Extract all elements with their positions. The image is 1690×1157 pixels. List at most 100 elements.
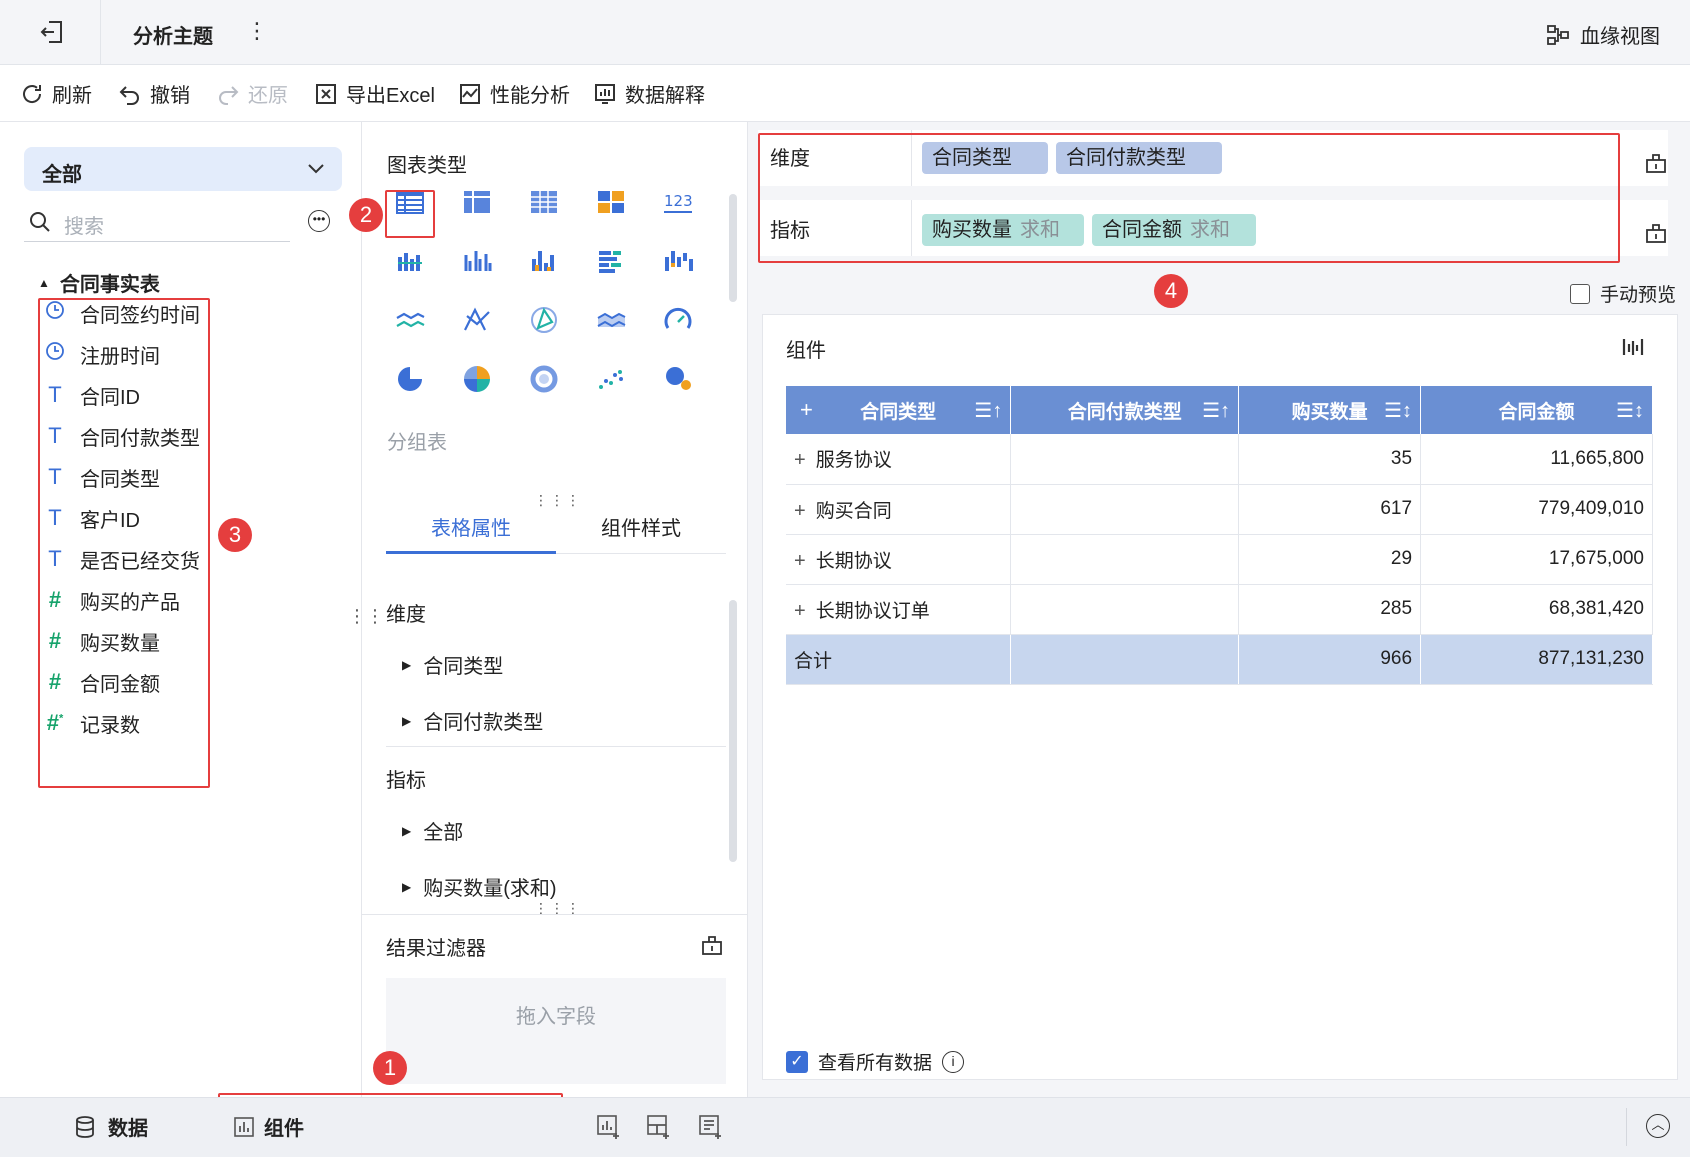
- scatter-chart-icon[interactable]: [591, 359, 631, 399]
- contract-type-cell[interactable]: + 长期协议订单: [786, 584, 1012, 635]
- table-row[interactable]: + 长期协议 29 17,675,000: [786, 534, 1653, 585]
- metric-chip-amount[interactable]: 合同金额 求和: [1092, 214, 1256, 246]
- kpi-card-icon[interactable]: [591, 182, 631, 222]
- tab-table-properties[interactable]: 表格属性: [386, 506, 556, 554]
- scatter-bar-icon[interactable]: [390, 241, 430, 281]
- tab-component-style[interactable]: 组件样式: [556, 506, 726, 554]
- manual-preview-toggle[interactable]: 手动预览: [1570, 280, 1676, 307]
- undo-button[interactable]: 撤销: [118, 79, 190, 108]
- area-chart-icon[interactable]: [591, 300, 631, 340]
- contract-type-cell[interactable]: + 长期协议: [786, 534, 1012, 585]
- field-item[interactable]: #* 记录数: [44, 708, 140, 738]
- field-item[interactable]: T 合同付款类型: [44, 421, 200, 451]
- filter-settings-icon[interactable]: [701, 934, 723, 956]
- field-item[interactable]: # 购买数量: [44, 626, 160, 656]
- more-circle-icon[interactable]: •••: [308, 210, 330, 232]
- radar-line-icon[interactable]: [457, 300, 497, 340]
- header-payment-type[interactable]: 合同付款类型 ☰↑: [1010, 386, 1240, 434]
- header-contract-type[interactable]: + 合同类型 ☰↑: [786, 386, 1012, 434]
- properties-scrollbar[interactable]: [729, 600, 737, 862]
- dimension-item-2[interactable]: ▶ 合同付款类型: [402, 706, 543, 735]
- dimension-chip-contract-type[interactable]: 合同类型: [922, 142, 1048, 174]
- component-tab[interactable]: 组件: [234, 1112, 304, 1141]
- scope-select[interactable]: 全部: [24, 147, 342, 191]
- gauge-icon[interactable]: [658, 300, 698, 340]
- lineage-view-button[interactable]: 血缘视图: [1546, 20, 1660, 49]
- expand-icon[interactable]: +: [794, 550, 806, 572]
- table-row[interactable]: + 服务协议 35 11,665,800: [786, 434, 1653, 485]
- bubble-chart-icon[interactable]: [658, 359, 698, 399]
- exit-icon[interactable]: [38, 18, 66, 46]
- table-row[interactable]: + 购买合同 617 779,409,010: [786, 484, 1653, 535]
- search-box[interactable]: 搜索: [24, 202, 290, 242]
- radar-icon[interactable]: [524, 300, 564, 340]
- metric-item-2[interactable]: ▶ 购买数量(求和): [402, 872, 557, 901]
- pie-chart-icon[interactable]: [390, 359, 430, 399]
- add-layout-icon[interactable]: [646, 1114, 672, 1140]
- more-options-icon[interactable]: ⋮: [246, 18, 268, 44]
- dimension-settings-icon[interactable]: [1645, 152, 1667, 174]
- info-icon[interactable]: i: [942, 1050, 965, 1073]
- quantity-cell: 29: [1238, 534, 1422, 585]
- view-all-data-checkbox[interactable]: ✓: [786, 1050, 808, 1073]
- collapse-up-icon[interactable]: ︿: [1646, 1114, 1670, 1138]
- field-item[interactable]: T 客户ID: [44, 503, 140, 533]
- chart-scrollbar[interactable]: [729, 194, 737, 302]
- add-chart-icon[interactable]: [596, 1114, 622, 1140]
- rose-chart-icon[interactable]: [457, 359, 497, 399]
- search-input[interactable]: 搜索: [64, 210, 104, 239]
- expand-icon[interactable]: +: [794, 600, 806, 622]
- grouped-table-icon[interactable]: [390, 182, 430, 222]
- sort-icon[interactable]: ☰↕: [1384, 398, 1412, 423]
- metric-chip-quantity[interactable]: 购买数量 求和: [922, 214, 1084, 246]
- export-excel-button[interactable]: 导出Excel: [314, 79, 435, 108]
- column-chart-icon[interactable]: [1622, 336, 1644, 358]
- refresh-button[interactable]: 刷新: [20, 79, 92, 108]
- view-all-data-toggle[interactable]: ✓ 查看所有数据 i: [786, 1048, 965, 1075]
- header-label: 合同类型: [860, 401, 937, 423]
- data-explain-button[interactable]: 数据解释: [593, 79, 705, 108]
- section-drag-icon[interactable]: ⋮⋮: [348, 606, 384, 627]
- line-chart-icon[interactable]: [390, 300, 430, 340]
- expand-icon[interactable]: +: [794, 449, 806, 471]
- field-item[interactable]: T 合同类型: [44, 462, 160, 492]
- field-item[interactable]: # 合同金额: [44, 667, 160, 697]
- detail-table-icon[interactable]: [524, 182, 564, 222]
- field-item[interactable]: # 购买的产品: [44, 585, 180, 615]
- table-row[interactable]: + 长期协议订单 285 68,381,420: [786, 584, 1653, 635]
- redo-button[interactable]: 还原: [216, 79, 288, 108]
- header-amount[interactable]: 合同金额 ☰↕: [1420, 386, 1653, 434]
- dimension-item-1[interactable]: ▶ 合同类型: [402, 650, 503, 679]
- filter-drop-zone[interactable]: 拖入字段: [386, 978, 726, 1084]
- dimension-chip-payment-type[interactable]: 合同付款类型: [1056, 142, 1222, 174]
- field-item[interactable]: T 合同ID: [44, 380, 140, 410]
- contract-type-cell[interactable]: + 购买合同: [786, 484, 1012, 535]
- drop-placeholder: 拖入字段: [516, 1006, 596, 1028]
- add-text-icon[interactable]: [698, 1114, 724, 1140]
- field-item[interactable]: 注册时间: [44, 339, 160, 369]
- sort-icon[interactable]: ☰↕: [1616, 398, 1644, 423]
- horizontal-bar-icon[interactable]: [591, 241, 631, 281]
- metric-settings-icon[interactable]: [1645, 222, 1667, 244]
- manual-preview-checkbox[interactable]: [1570, 283, 1590, 304]
- contract-type-cell[interactable]: + 服务协议: [786, 434, 1012, 485]
- metric-item-1[interactable]: ▶ 全部: [402, 816, 463, 845]
- cross-table-icon[interactable]: [457, 182, 497, 222]
- sort-icon[interactable]: ☰↑: [974, 398, 1002, 423]
- table-node[interactable]: ▲ 合同事实表: [38, 268, 160, 297]
- number-icon[interactable]: 123: [658, 182, 698, 222]
- grouped-bar-icon[interactable]: [457, 241, 497, 281]
- sort-icon[interactable]: ☰↑: [1202, 398, 1230, 423]
- total-row: 合计 966 877,131,230: [786, 634, 1653, 685]
- expand-all-icon[interactable]: +: [800, 397, 813, 423]
- amount-cell: 68,381,420: [1420, 584, 1653, 635]
- column-chart-icon[interactable]: [524, 241, 564, 281]
- ring-chart-icon[interactable]: [524, 359, 564, 399]
- waterfall-icon[interactable]: [658, 241, 698, 281]
- expand-icon[interactable]: +: [794, 500, 806, 522]
- performance-analysis-button[interactable]: 性能分析: [458, 79, 570, 108]
- header-quantity[interactable]: 购买数量 ☰↕: [1238, 386, 1422, 434]
- field-item[interactable]: T 是否已经交货: [44, 544, 200, 574]
- field-item[interactable]: 合同签约时间: [44, 298, 200, 328]
- data-tab[interactable]: 数据: [74, 1112, 148, 1141]
